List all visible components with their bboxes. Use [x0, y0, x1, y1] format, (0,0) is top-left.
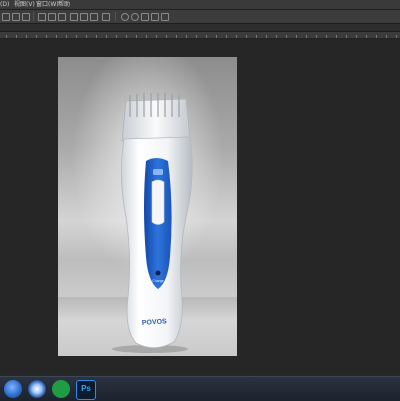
- ruler-tick: [6, 35, 7, 38]
- align-vcenter-icon[interactable]: [12, 13, 20, 21]
- ruler-tick: [336, 35, 337, 38]
- ruler-tick: [86, 35, 87, 38]
- charge-light: [155, 270, 161, 276]
- align-bottom-icon[interactable]: [22, 13, 30, 21]
- distribute-hcenter-icon[interactable]: [80, 13, 88, 21]
- rotate-3d-icon[interactable]: [121, 13, 129, 21]
- roll-3d-icon[interactable]: [131, 13, 139, 21]
- distribute-left-icon[interactable]: [70, 13, 78, 21]
- menu-item-d[interactable]: (D): [0, 0, 9, 9]
- ruler-tick: [26, 35, 27, 38]
- ruler-tick: [396, 35, 397, 38]
- drag-3d-icon[interactable]: [141, 13, 149, 21]
- ruler-tick: [376, 35, 377, 38]
- ruler-tick: [186, 35, 187, 38]
- ruler-tick: [66, 35, 67, 38]
- ruler-tick: [346, 35, 347, 38]
- ruler-tick: [146, 35, 147, 38]
- document-tab-bar[interactable]: [0, 24, 400, 32]
- scale-3d-icon[interactable]: [161, 13, 169, 21]
- ruler-tick: [316, 35, 317, 38]
- menu-item-window[interactable]: 窗口(W): [36, 0, 59, 9]
- clipper-indicator: [153, 169, 163, 175]
- ruler-tick: [176, 35, 177, 38]
- browser-icon[interactable]: [28, 380, 46, 398]
- slide-3d-icon[interactable]: [151, 13, 159, 21]
- photoshop-icon-label: Ps: [81, 384, 91, 393]
- ruler-tick: [216, 35, 217, 38]
- ruler-tick: [386, 35, 387, 38]
- hair-clipper-image: Charge POVOS: [112, 93, 193, 353]
- ruler-tick: [226, 35, 227, 38]
- distribute-right-icon[interactable]: [90, 13, 98, 21]
- windows-taskbar: Ps: [0, 376, 400, 401]
- ruler-tick: [206, 35, 207, 38]
- align-top-icon[interactable]: [2, 13, 10, 21]
- ruler-tick: [246, 35, 247, 38]
- ruler-tick: [366, 35, 367, 38]
- ruler-tick: [286, 35, 287, 38]
- clipper-comb-head: [121, 98, 191, 142]
- horizontal-ruler: [0, 32, 400, 39]
- distribute-top-icon[interactable]: [38, 13, 46, 21]
- ruler-tick: [296, 35, 297, 38]
- ruler-tick: [96, 35, 97, 38]
- ruler-tick: [326, 35, 327, 38]
- distribute-center-icon[interactable]: [48, 13, 56, 21]
- document-canvas[interactable]: Charge POVOS: [58, 57, 237, 356]
- ruler-tick: [56, 35, 57, 38]
- ruler-tick: [306, 35, 307, 38]
- ruler-tick: [136, 35, 137, 38]
- options-separator: [115, 12, 116, 21]
- menu-item-view[interactable]: 视图(V): [14, 0, 35, 9]
- ruler-tick: [256, 35, 257, 38]
- ruler-tick: [196, 35, 197, 38]
- options-separator: [33, 12, 34, 21]
- start-orb-icon[interactable]: [4, 380, 22, 398]
- charge-label: Charge: [152, 279, 164, 283]
- auto-align-icon[interactable]: [102, 13, 110, 21]
- clipper-switch: [151, 179, 165, 225]
- ruler-tick: [126, 35, 127, 38]
- menu-item-help[interactable]: 帮助: [58, 0, 70, 9]
- chat-icon[interactable]: [52, 380, 70, 398]
- photoshop-icon[interactable]: Ps: [76, 380, 96, 400]
- distribute-bottom-icon[interactable]: [58, 13, 66, 21]
- ruler-tick: [116, 35, 117, 38]
- ruler-tick: [46, 35, 47, 38]
- ruler-tick: [16, 35, 17, 38]
- ruler-tick: [276, 35, 277, 38]
- ruler-tick: [266, 35, 267, 38]
- ruler-tick: [166, 35, 167, 38]
- ruler-tick: [356, 35, 357, 38]
- ruler-tick: [106, 35, 107, 38]
- menu-bar: (D) 视图(V) 窗口(W) 帮助: [0, 0, 400, 10]
- ruler-tick: [156, 35, 157, 38]
- ruler-tick: [76, 35, 77, 38]
- options-bar: [0, 10, 400, 24]
- ruler-tick: [36, 35, 37, 38]
- ruler-tick: [236, 35, 237, 38]
